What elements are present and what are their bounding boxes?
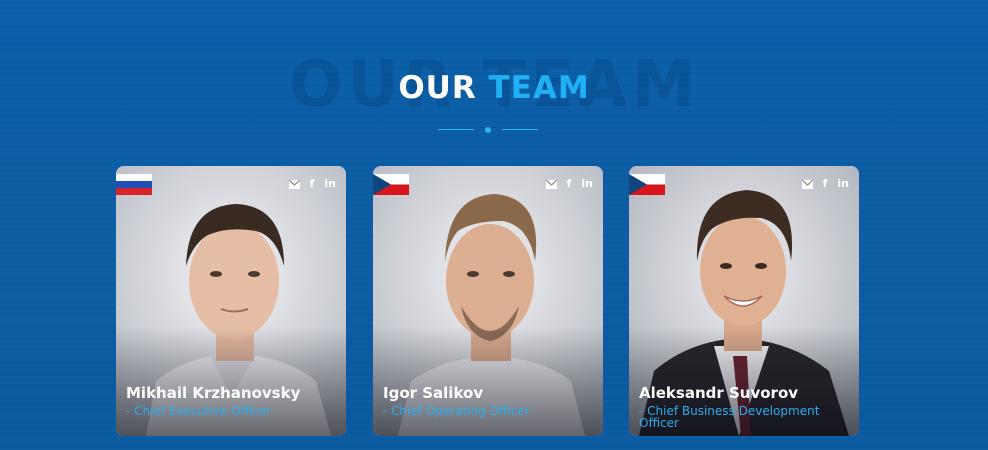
czech-flag	[373, 174, 409, 195]
russia-flag	[116, 174, 152, 195]
title-word-our: OUR	[398, 70, 477, 106]
member-role: - Chief Business Development Officer	[639, 404, 820, 430]
member-name: Mikhail Krzhanovsky	[126, 384, 301, 402]
member-role: - Chief Executive Officer	[126, 404, 272, 418]
linkedin-icon[interactable]: in	[324, 178, 336, 190]
social-links: f in	[288, 178, 336, 190]
member-name: Igor Salikov	[383, 384, 484, 402]
social-links: f in	[801, 178, 849, 190]
email-icon[interactable]	[545, 179, 557, 189]
card-shade	[373, 326, 603, 436]
social-links: f in	[545, 178, 593, 190]
section-title: OUR TEAM	[0, 70, 988, 106]
title-word-team: TEAM	[488, 70, 590, 106]
facebook-icon[interactable]: f	[567, 178, 572, 190]
facebook-icon[interactable]: f	[823, 178, 828, 190]
czech-flag	[629, 174, 665, 195]
email-icon[interactable]	[801, 179, 813, 189]
team-card[interactable]: f in Aleksandr Suvorov - Chief Business …	[629, 166, 859, 436]
card-shade	[116, 326, 346, 436]
member-name: Aleksandr Suvorov	[639, 384, 799, 402]
team-card[interactable]: f in Mikhail Krzhanovsky - Chief Executi…	[116, 166, 346, 436]
team-card[interactable]: f in Igor Salikov - Chief Operating Offi…	[373, 166, 603, 436]
title-divider	[438, 124, 538, 136]
linkedin-icon[interactable]: in	[581, 178, 593, 190]
facebook-icon[interactable]: f	[310, 178, 315, 190]
member-role: - Chief Operating Officer	[383, 404, 530, 418]
linkedin-icon[interactable]: in	[837, 178, 849, 190]
email-icon[interactable]	[288, 179, 300, 189]
